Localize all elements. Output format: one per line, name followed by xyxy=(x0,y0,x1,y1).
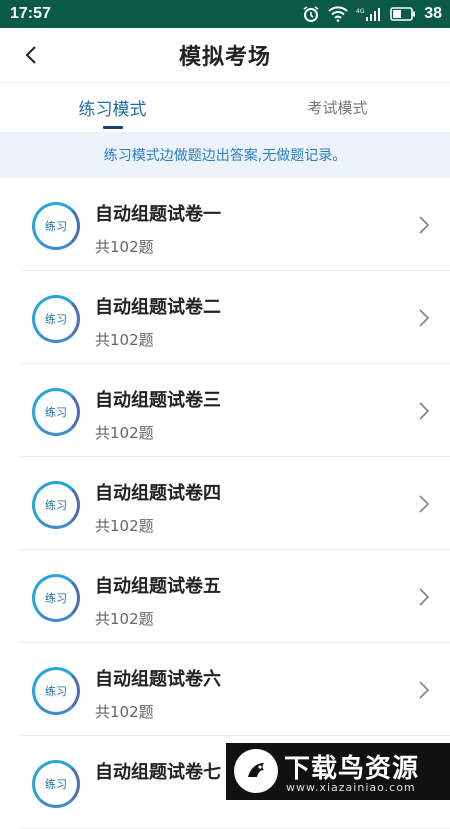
signal-icon: 4G xyxy=(356,6,382,22)
tab-practice-label: 练习模式 xyxy=(78,100,147,120)
back-button[interactable] xyxy=(14,38,48,72)
mode-notice: 练习模式边做题边出答案,无做题记录。 xyxy=(0,132,450,178)
active-tab-indicator xyxy=(103,126,123,129)
tab-exam-label: 考试模式 xyxy=(307,99,368,117)
site-watermark: 下载鸟资源 www.xiazainiao.com xyxy=(226,743,450,800)
paper-list-item[interactable]: 练习 自动组题试卷二 共102题 xyxy=(20,271,450,364)
practice-badge-label: 练习 xyxy=(45,406,67,419)
paper-title: 自动组题试卷一 xyxy=(95,204,221,225)
alarm-icon xyxy=(302,5,320,23)
paper-title: 自动组题试卷二 xyxy=(95,297,221,318)
paper-list-item[interactable]: 练习 自动组题试卷三 共102题 xyxy=(20,364,450,457)
question-count: 共102题 xyxy=(95,238,154,256)
paper-title: 自动组题试卷六 xyxy=(95,669,221,690)
paper-title: 自动组题试卷三 xyxy=(95,390,221,411)
chevron-left-icon xyxy=(25,46,36,64)
chevron-right-icon xyxy=(419,309,430,327)
practice-badge: 练习 xyxy=(32,667,80,715)
practice-badge-label: 练习 xyxy=(45,313,67,326)
page-title: 模拟考场 xyxy=(178,45,271,70)
paper-list-item[interactable]: 练习 自动组题试卷四 共102题 xyxy=(20,457,450,550)
status-icons: 4G 38 xyxy=(302,5,442,23)
chevron-right-icon xyxy=(419,681,430,699)
chevron-right-icon xyxy=(419,402,430,420)
battery-level: 38 xyxy=(424,5,442,22)
practice-badge: 练习 xyxy=(32,202,80,250)
question-count: 共102题 xyxy=(95,517,154,535)
chevron-right-icon xyxy=(419,216,430,234)
question-count: 共102题 xyxy=(95,703,154,721)
question-count: 共102题 xyxy=(95,331,154,349)
status-time: 17:57 xyxy=(10,5,51,22)
app-header: 模拟考场 xyxy=(0,28,450,82)
network-type-label: 4G xyxy=(356,8,365,15)
bird-logo-icon xyxy=(234,749,278,793)
paper-list-item[interactable]: 练习 自动组题试卷五 共102题 xyxy=(20,550,450,643)
practice-badge: 练习 xyxy=(32,574,80,622)
mode-tabs: 练习模式 考试模式 xyxy=(0,82,450,132)
battery-icon xyxy=(390,7,416,21)
watermark-url: www.xiazainiao.com xyxy=(286,781,416,794)
practice-badge: 练习 xyxy=(32,388,80,436)
paper-title: 自动组题试卷七 xyxy=(95,762,221,783)
paper-list-item[interactable]: 练习 自动组题试卷六 共102题 xyxy=(20,643,450,736)
practice-badge: 练习 xyxy=(32,295,80,343)
practice-badge-label: 练习 xyxy=(45,685,67,698)
chevron-right-icon xyxy=(419,495,430,513)
paper-title: 自动组题试卷四 xyxy=(95,483,221,504)
practice-badge-label: 练习 xyxy=(45,778,67,791)
tab-practice-mode[interactable]: 练习模式 xyxy=(0,83,225,132)
status-bar: 17:57 4G 38 xyxy=(0,0,450,28)
practice-badge: 练习 xyxy=(32,760,80,808)
question-count: 共102题 xyxy=(95,610,154,628)
practice-badge-label: 练习 xyxy=(45,220,67,233)
practice-badge: 练习 xyxy=(32,481,80,529)
practice-badge-label: 练习 xyxy=(45,592,67,605)
question-count: 共102题 xyxy=(95,424,154,442)
paper-list: 练习 自动组题试卷一 共102题 练习 自动组题试卷二 共102题 练习 自动组题试卷三 共10… xyxy=(0,178,450,829)
tab-exam-mode[interactable]: 考试模式 xyxy=(225,83,450,132)
chevron-right-icon xyxy=(419,588,430,606)
watermark-text: 下载鸟资源 xyxy=(284,754,420,784)
paper-title: 自动组题试卷五 xyxy=(95,576,221,597)
wifi-icon xyxy=(328,6,348,22)
practice-badge-label: 练习 xyxy=(45,499,67,512)
paper-list-item[interactable]: 练习 自动组题试卷一 共102题 xyxy=(20,178,450,271)
